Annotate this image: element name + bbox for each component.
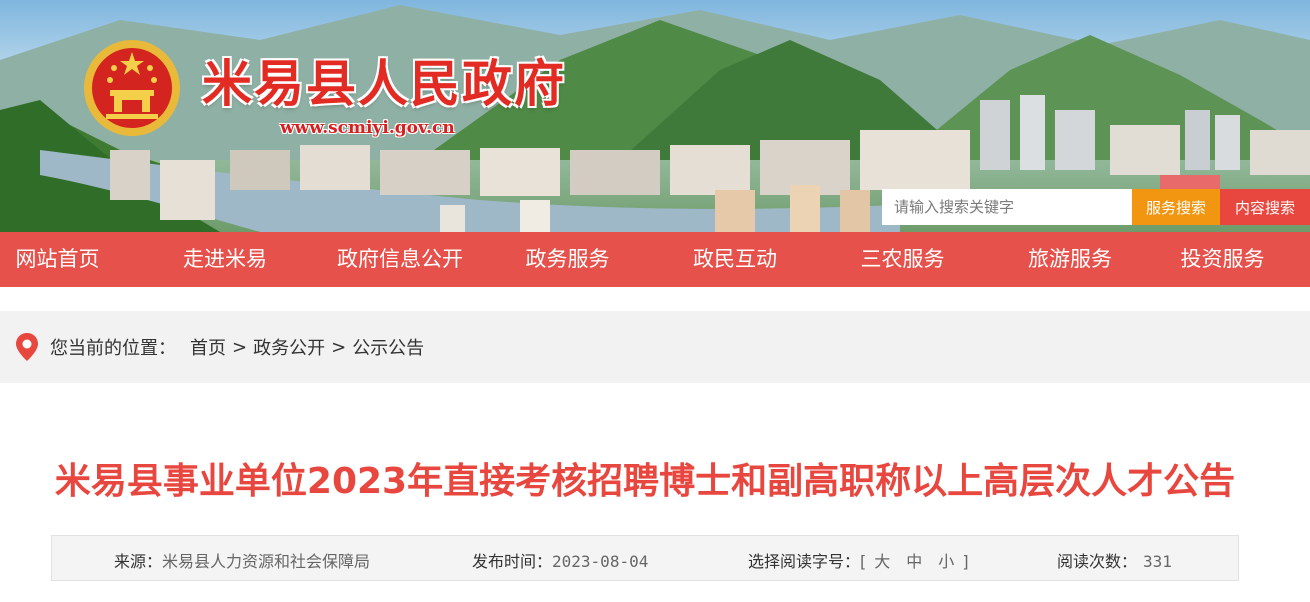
nav-item-agriculture[interactable]: 三农服务: [800, 232, 1005, 287]
views-label: 阅读次数：: [1057, 552, 1138, 571]
nav-item-home[interactable]: 网站首页: [0, 232, 115, 287]
service-search-button[interactable]: 服务搜索: [1132, 189, 1220, 225]
views-value: 331: [1143, 552, 1172, 571]
nav-item-tourism[interactable]: 旅游服务: [1005, 232, 1135, 287]
date-info: 发布时间：2023-08-04: [472, 548, 648, 572]
date-value: 2023-08-04: [552, 552, 649, 571]
nav-item-about[interactable]: 走进米易: [115, 232, 335, 287]
font-size-selector: 选择阅读字号：[ 大中小]: [748, 548, 969, 572]
font-size-medium[interactable]: 中: [906, 552, 922, 571]
nav-item-gov-service[interactable]: 政务服务: [465, 232, 670, 287]
search-box: 服务搜索 内容搜索: [882, 189, 1310, 225]
font-size-large[interactable]: 大: [874, 552, 890, 571]
site-url[interactable]: www.scmiyi.gov.cn: [280, 118, 455, 138]
view-count: 阅读次数： 331: [1057, 548, 1172, 572]
breadcrumb-separator: >: [331, 336, 347, 358]
font-size-small[interactable]: 小: [938, 552, 954, 571]
breadcrumb: 您当前的位置： 首页 > 政务公开 > 公示公告: [0, 311, 1310, 383]
breadcrumb-label: 您当前的位置：: [50, 338, 176, 359]
site-title[interactable]: 米易县人民政府: [202, 44, 566, 116]
date-label: 发布时间：: [472, 552, 553, 571]
location-pin-icon: [16, 333, 38, 361]
national-emblem-icon: [84, 40, 180, 136]
search-input[interactable]: [882, 189, 1132, 225]
article-title: 米易县事业单位2023年直接考核招聘博士和副高职称以上高层次人才公告: [54, 461, 1236, 502]
nav-item-investment[interactable]: 投资服务: [1135, 232, 1310, 287]
content-search-button[interactable]: 内容搜索: [1220, 189, 1310, 225]
source-info: 来源：米易县人力资源和社会保障局: [114, 548, 370, 572]
breadcrumb-home[interactable]: 首页: [190, 334, 226, 360]
main-nav: 网站首页 走进米易 政府信息公开 政务服务 政民互动 三农服务 旅游服务 投资服…: [0, 232, 1310, 287]
font-size-bracket-open: [: [860, 552, 867, 571]
source-label: 来源：: [114, 552, 163, 571]
nav-item-gov-info[interactable]: 政府信息公开: [335, 232, 465, 287]
font-size-bracket-close: ]: [962, 552, 969, 571]
font-size-label: 选择阅读字号：: [748, 552, 861, 571]
source-value: 米易县人力资源和社会保障局: [162, 552, 371, 571]
breadcrumb-gov-affairs[interactable]: 政务公开: [253, 334, 325, 360]
breadcrumb-separator: >: [232, 336, 248, 358]
header-banner: 米易县人民政府 www.scmiyi.gov.cn 服务搜索 内容搜索: [0, 0, 1310, 232]
article-meta: 来源：米易县人力资源和社会保障局 发布时间：2023-08-04 选择阅读字号：…: [51, 535, 1239, 581]
nav-item-interaction[interactable]: 政民互动: [670, 232, 800, 287]
breadcrumb-announcements[interactable]: 公示公告: [352, 334, 424, 360]
